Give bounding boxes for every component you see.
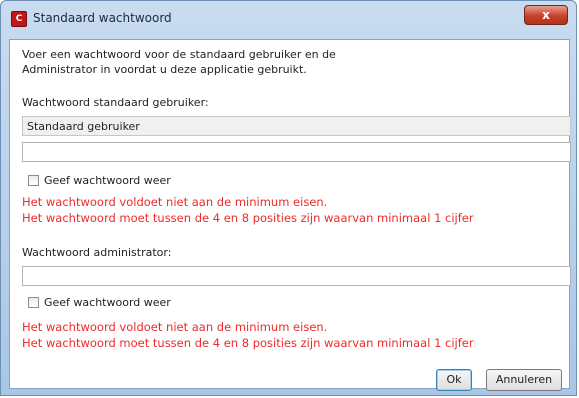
checkbox-box[interactable] [28, 297, 39, 308]
intro-text-line2: Administrator in voordat u deze applicat… [22, 63, 307, 76]
administrator-password-input[interactable] [22, 266, 571, 286]
standard-user-password-input[interactable] [22, 142, 571, 162]
close-icon: x [542, 8, 550, 22]
checkbox-box[interactable] [28, 175, 39, 186]
standard-user-password-label: Wachtwoord standaard gebruiker: [22, 96, 209, 109]
administrator-password-label: Wachtwoord administrator: [22, 246, 172, 259]
title-bar: C Standaard wachtwoord x [1, 1, 576, 39]
dialog-content: Voer een wachtwoord voor de standaard ge… [9, 39, 571, 391]
close-button[interactable]: x [524, 5, 568, 25]
dialog-window: C Standaard wachtwoord x Voer een wachtw… [0, 0, 577, 396]
standard-user-error-line1: Het wachtwoord voldoet niet aan de minim… [22, 195, 328, 209]
cancel-button[interactable]: Annuleren [486, 369, 562, 391]
ok-button[interactable]: Ok [436, 369, 472, 391]
app-logo-icon: C [11, 11, 27, 27]
intro-text-line1: Voer een wachtwoord voor de standaard ge… [22, 48, 336, 61]
show-password-label: Geef wachtwoord weer [44, 296, 171, 309]
administrator-error-line2: Het wachtwoord moet tussen de 4 en 8 pos… [22, 336, 474, 350]
administrator-error-line1: Het wachtwoord voldoet niet aan de minim… [22, 320, 328, 334]
show-password-label: Geef wachtwoord weer [44, 174, 171, 187]
standard-user-name-field: Standaard gebruiker [22, 116, 571, 136]
standard-user-error-line2: Het wachtwoord moet tussen de 4 en 8 pos… [22, 211, 474, 225]
window-title: Standaard wachtwoord [33, 11, 172, 25]
